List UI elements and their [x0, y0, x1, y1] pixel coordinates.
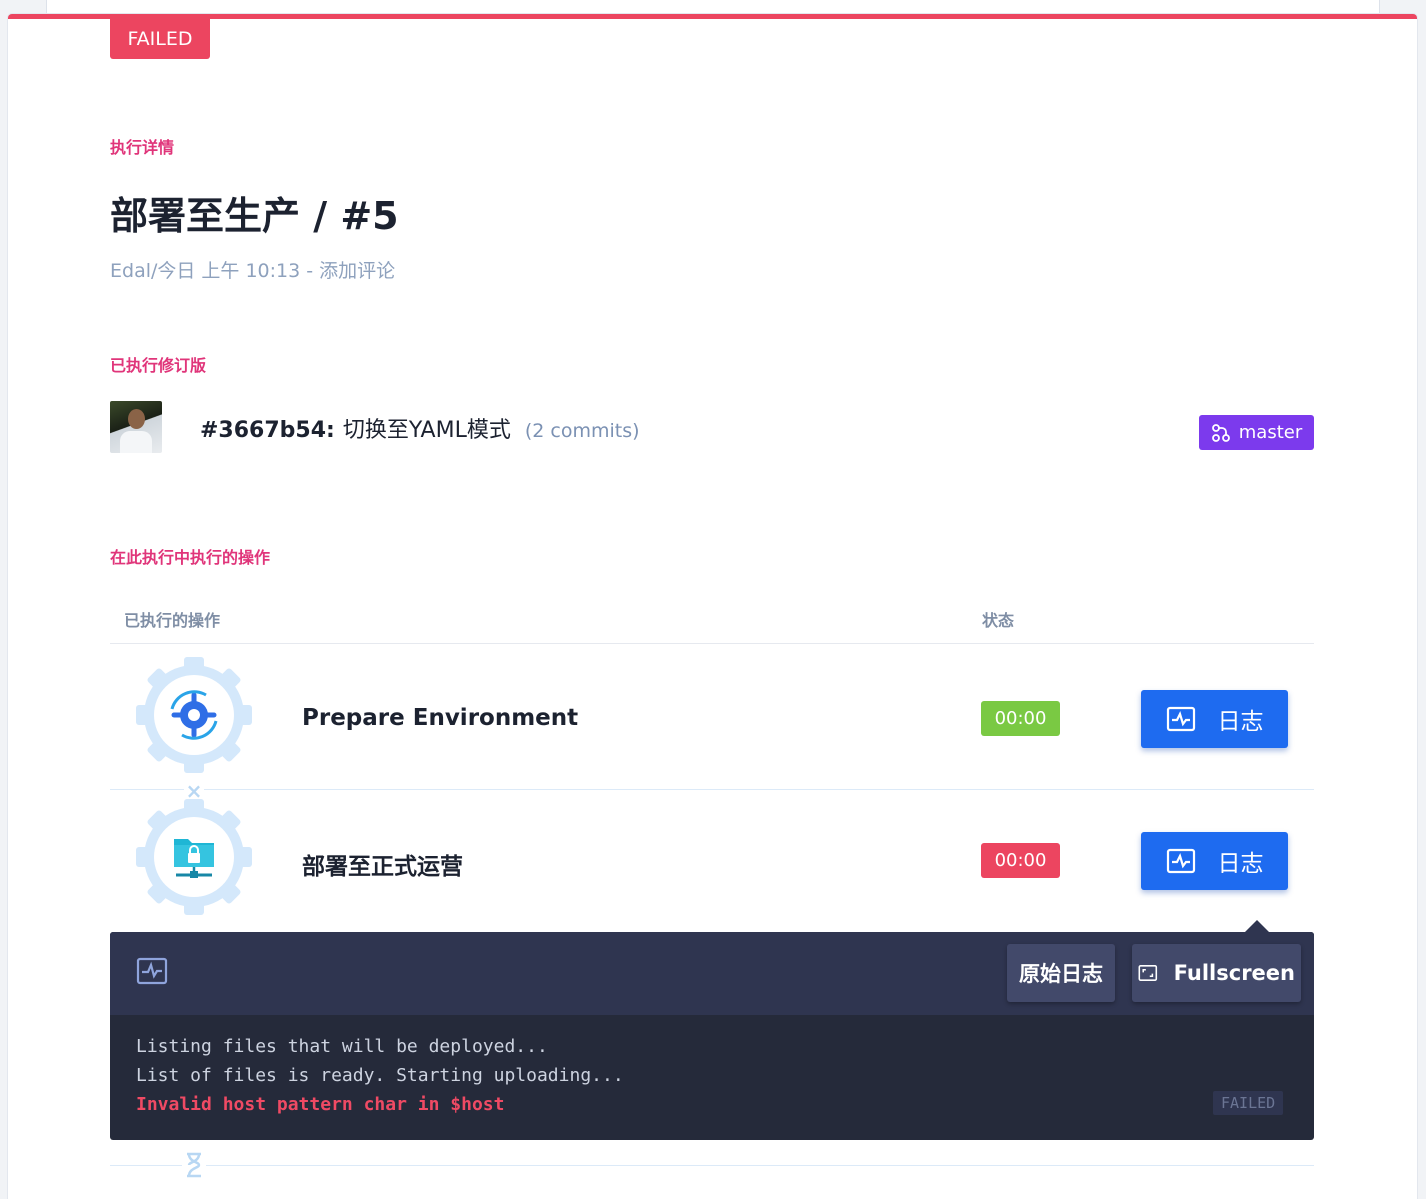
- gear-sync-icon: [136, 657, 252, 773]
- commit-info: #3667b54: 切换至YAML模式 (2 commits): [200, 412, 640, 444]
- step-timer: 00:00: [981, 843, 1060, 878]
- log-panel: 原始日志 Fullscreen Listing files that will …: [110, 932, 1314, 1140]
- close-icon: ×: [184, 779, 204, 803]
- log-status-badge: FAILED: [1213, 1091, 1284, 1115]
- log-button[interactable]: 日志: [1141, 832, 1288, 890]
- avatar: [110, 401, 162, 453]
- fullscreen-icon: [1138, 965, 1158, 981]
- column-header-operation: 已执行的操作: [124, 611, 221, 630]
- step-name: Prepare Environment: [302, 705, 579, 731]
- log-line: List of files is ready. Starting uploadi…: [136, 1065, 624, 1086]
- commit-hash[interactable]: #3667b54:: [200, 418, 335, 443]
- log-error-line: Invalid host pattern char in $host: [136, 1094, 505, 1115]
- fullscreen-label: Fullscreen: [1173, 961, 1295, 985]
- section-label-revision: 已执行修订版: [110, 356, 207, 375]
- execution-meta[interactable]: Edal/今日 上午 10:13 - 添加评论: [110, 256, 395, 283]
- commit-message: 切换至YAML模式: [342, 418, 511, 443]
- log-toolbar: 原始日志 Fullscreen: [110, 932, 1314, 1015]
- log-button-label: 日志: [1217, 709, 1264, 735]
- log-panel-pointer: [1245, 920, 1269, 932]
- divider: [110, 789, 1314, 790]
- fullscreen-button[interactable]: Fullscreen: [1132, 944, 1301, 1002]
- step-name: 部署至正式运营: [302, 854, 463, 880]
- log-line: Listing files that will be deployed...: [136, 1036, 548, 1057]
- divider: [110, 1165, 1314, 1166]
- commit-count[interactable]: (2 commits): [525, 420, 640, 442]
- pulse-icon: [1166, 706, 1195, 732]
- step-timer: 00:00: [981, 701, 1060, 736]
- execution-card: FAILED 执行详情 部署至生产 / #5 Edal/今日 上午 10:13 …: [8, 14, 1417, 1199]
- branch-label: master: [1238, 422, 1303, 443]
- hourglass-icon: [182, 1151, 206, 1179]
- log-button[interactable]: 日志: [1141, 690, 1288, 748]
- raw-log-button[interactable]: 原始日志: [1007, 944, 1115, 1002]
- log-button-label: 日志: [1217, 851, 1264, 877]
- section-label-details: 执行详情: [110, 138, 175, 157]
- raw-log-label: 原始日志: [1019, 962, 1103, 986]
- column-header-status: 状态: [982, 611, 1015, 630]
- status-badge: FAILED: [110, 19, 210, 59]
- page-title: 部署至生产 / #5: [110, 194, 399, 238]
- network-folder-icon: [136, 799, 252, 915]
- divider: [110, 643, 1314, 644]
- branch-badge[interactable]: master: [1199, 415, 1314, 450]
- section-label-operations: 在此执行中执行的操作: [110, 548, 271, 567]
- log-output: Listing files that will be deployed... Li…: [136, 1032, 624, 1119]
- pulse-icon: [1166, 848, 1195, 874]
- pulse-icon: [136, 957, 168, 985]
- branch-icon: [1211, 423, 1230, 442]
